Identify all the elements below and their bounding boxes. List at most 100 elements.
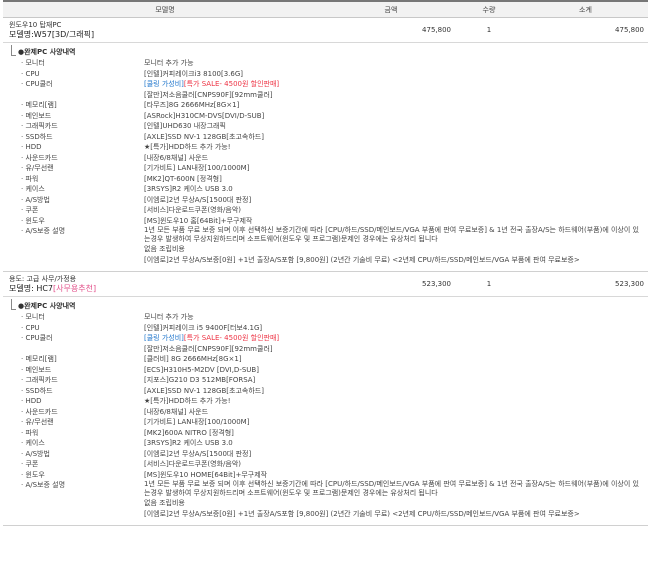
spec-label: · HDD: [21, 143, 42, 151]
spec-value: ★[특가]HDD하드 추가 가능!: [144, 397, 231, 405]
spec-label: · A/S방법: [21, 449, 50, 458]
product-total: 475,800: [615, 26, 644, 34]
spec-value: [내장6/8채널] 사운드: [144, 153, 209, 162]
spec-value: 모니터 추가 가능: [144, 59, 194, 67]
spec-row: [이엠로]2년 무상A/S보증[0원] +1년 출장A/S포함 [9,800원]…: [9, 255, 648, 266]
col-model-name: 모델명: [3, 1, 327, 18]
spec-row: · 파워 [MK2]600A NITRO [정격형]: [9, 428, 648, 439]
spec-row: · CPU [인텔]커피레이크i3 8100[3.6G]: [9, 69, 648, 80]
spec-value: [기가비트] LAN내장[100/1000M]: [144, 164, 250, 172]
spec-value: [3RSYS]R2 케이스 USB 3.0: [144, 185, 233, 193]
spec-value: [MS]윈도우10 HOME[64Bit]+무구제작: [144, 470, 268, 479]
spec-value: [인텔]UHD630 내장그래픽: [144, 122, 226, 130]
spec-block: ●완제PC 사양내역 · 모니터 모니터 추가 가능 · CPU [인텔]커피레이크i3…: [3, 43, 648, 272]
spec-label: · 사운드카드: [21, 153, 58, 162]
spec-row: · SSD하드 [AXLE]SSD NV-1 128GB[초고속하드]: [9, 386, 648, 397]
spec-row: · 그래픽카드 [인텔]UHD630 내장그래픽: [9, 121, 648, 132]
model-value: HC7: [36, 284, 54, 293]
spec-value: [ECS]H310H5-M2DV [DVI,D-SUB]: [144, 365, 259, 374]
spec-row: [이엠로]2년 무상A/S보증[0원] +1년 출장A/S포함 [9,800원]…: [9, 509, 648, 520]
product-name-cell: 용도: 고급 사무/가정용 모델명: HC7[사무용추천]: [3, 272, 327, 296]
spec-value: [AXLE]SSD NV-1 128GB[초고속하드]: [144, 386, 264, 395]
spec-row: · CPU쿨러 [쿨링 가성비][특가 SALE- 4500원 할인판매] [잘만]…: [9, 79, 648, 100]
spec-row: · 메인보드 [ASRock]H310CM-DVS[DVI/D-SUB]: [9, 111, 648, 122]
spec-label: · 유/무선랜: [21, 418, 54, 426]
spec-value: 모니터 추가 가능: [144, 313, 194, 321]
spec-label: · 그래픽카드: [21, 122, 58, 130]
spec-value: [이엠로]2년 무상A/S보증[0원] +1년 출장A/S포함 [9,800원]…: [144, 509, 580, 518]
spec-value: [3RSYS]R2 케이스 USB 3.0: [144, 439, 233, 447]
spec-row: · HDD ★[특가]HDD하드 추가 가능!: [9, 396, 648, 407]
spec-label: · SSD하드: [21, 386, 53, 395]
product-title: 윈도우10 탑재PC: [9, 21, 62, 29]
spec-value: ★[특가]HDD하드 추가 가능!: [144, 143, 231, 151]
spec-value: [기가비트] LAN내장[100/1000M]: [144, 418, 250, 426]
spec-value: [ASRock]H310CM-DVS[DVI/D-SUB]: [144, 111, 265, 120]
spec-row: · 메모리[램] [타무즈]8G 2666MHz[8G×1]: [9, 100, 648, 111]
spec-value: [이엠로]2년 무상A/S보증[0원] +1년 출장A/S포함 [9,800원]…: [144, 255, 580, 264]
spec-row: · 유/무선랜 [기가비트] LAN내장[100/1000M]: [9, 417, 648, 428]
col-qty: 수량: [455, 1, 523, 18]
spec-label: · 메모리[램]: [21, 101, 57, 109]
spec-value: [쿨링 가성비][특가 SALE- 4500원 할인판매] [잘만]저소음쿨러[C…: [144, 79, 648, 100]
spec-value: [쿨링 가성비][특가 SALE- 4500원 할인판매] [잘만]저소음쿨러[C…: [144, 333, 648, 354]
spec-value: [MS]윈도우10 홈[64Bit]+무구제작: [144, 216, 253, 225]
spec-row: 없음 조립비용: [9, 498, 648, 509]
spec-block: ●완제PC 사양내역 · 모니터 모니터 추가 가능 · CPU [인텔]커피레이크 i…: [3, 297, 648, 526]
spec-row: · A/S방법 [이엠로]2년 무상A/S[1500대 판정]: [9, 449, 648, 460]
spec-row: · 케이스 [3RSYS]R2 케이스 USB 3.0: [9, 438, 648, 449]
spec-value: [이엠로]2년 무상A/S[1500대 판정]: [144, 449, 252, 458]
cooler-model: [잘만]저소음쿨러[CNPS90F][92mm쿨러]: [144, 90, 273, 99]
spec-value: 없음 조립비용: [144, 499, 185, 507]
spec-value: 없음 조립비용: [144, 245, 185, 253]
spec-label: · CPU쿨러: [21, 334, 53, 342]
spec-row: · SSD하드 [AXLE]SSD NV-1 128GB[초고속하드]: [9, 132, 648, 143]
spec-value: [MK2]QT-600N [정격형]: [144, 174, 222, 183]
product-total: 523,300: [615, 280, 644, 288]
model-tag: [사무용추천]: [53, 284, 97, 293]
product-model: 모델명:W57[3D/그래픽]: [9, 30, 327, 40]
spec-label: · CPU쿨러: [21, 80, 53, 88]
spec-label: [9, 509, 144, 520]
product-title: 용도: 고급 사무/가정용: [9, 275, 77, 283]
sale-badge: [특가 SALE- 4500원 할인판매]: [183, 334, 280, 342]
spec-row: · 윈도우 [MS]윈도우10 HOME[64Bit]+무구제작: [9, 470, 648, 481]
spec-title: ●완제PC 사양내역: [18, 48, 76, 56]
spec-label: · 메인보드: [21, 365, 52, 374]
spec-row: · 그래픽카드 [지포스]G210 D3 512MB[FORSA]: [9, 375, 648, 386]
spec-label: · 모니터: [21, 59, 45, 67]
spec-label: · 메모리[램]: [21, 355, 57, 363]
spec-row: · A/S방법 [이엠로]2년 무상A/S[1500대 판정]: [9, 195, 648, 206]
product-qty: 1: [486, 26, 492, 34]
spec-label: · A/S보증 설명: [21, 481, 66, 489]
product-qty: 1: [486, 280, 492, 288]
spec-label: · A/S방법: [21, 195, 50, 204]
spec-row: · 윈도우 [MS]윈도우10 홈[64Bit]+무구제작: [9, 216, 648, 227]
cooler-promo: [쿨링 가성비][특가 SALE- 4500원 할인판매]: [144, 80, 280, 88]
spec-label: · SSD하드: [21, 132, 53, 141]
spec-label: · A/S보증 설명: [21, 227, 66, 235]
spec-label: · 윈도우: [21, 216, 45, 225]
spec-row: · A/S보증 설명 1년 모든 부품 무료 보증 되며 이후 선택하신 보증기간…: [9, 480, 648, 498]
spec-value: [서비스]다운로드쿠폰(영화/음악): [144, 460, 242, 468]
spec-label: · CPU: [21, 69, 40, 78]
spec-label: [9, 244, 144, 255]
order-list: 모델명 금액 수량 소계 윈도우10 탑재PC 모델명:W57[3D/그래픽] 47…: [3, 0, 648, 526]
cooler-promo: [쿨링 가성비][특가 SALE- 4500원 할인판매]: [144, 334, 280, 342]
spec-label: · HDD: [21, 397, 42, 405]
spec-row: · 유/무선랜 [기가비트] LAN내장[100/1000M]: [9, 163, 648, 174]
cooler-model: [잘만]저소음쿨러[CNPS90F][92mm쿨러]: [144, 344, 273, 353]
spec-row: · CPU쿨러 [쿨링 가성비][특가 SALE- 4500원 할인판매] [잘만]…: [9, 333, 648, 354]
spec-row: · 파워 [MK2]QT-600N [정격형]: [9, 174, 648, 185]
spec-value: 1년 모든 부품 무료 보증 되며 이후 선택하신 보증기간에 따라 [CPU/…: [144, 226, 639, 243]
spec-row: · 사운드카드 [내장6/8채널] 사운드: [9, 153, 648, 164]
spec-label: · 모니터: [21, 313, 45, 321]
col-price: 금액: [327, 1, 455, 18]
spec-label: · 메인보드: [21, 111, 52, 120]
spec-value: [타무즈]8G 2666MHz[8G×1]: [144, 101, 240, 109]
spec-row: · 메모리[램] [클러비] 8G 2666MHz[8G×1]: [9, 354, 648, 365]
product-row: 윈도우10 탑재PC 모델명:W57[3D/그래픽] 475,800 1 475,800: [3, 18, 648, 43]
spec-value: [이엠로]2년 무상A/S[1500대 판정]: [144, 195, 252, 204]
spec-label: · 유/무선랜: [21, 164, 54, 172]
spec-label: · 파워: [21, 174, 39, 183]
